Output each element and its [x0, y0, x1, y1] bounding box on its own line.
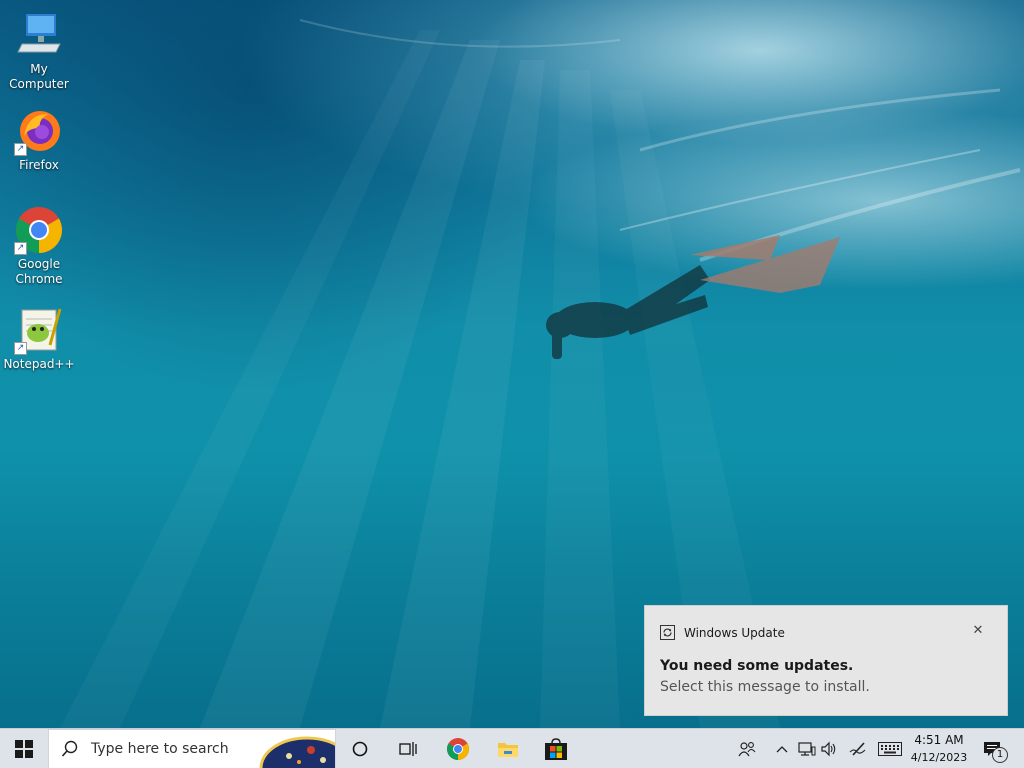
pen-icon	[849, 742, 866, 756]
notification-app-name: Windows Update	[684, 625, 785, 640]
notification-title: You need some updates.	[660, 658, 854, 674]
search-icon	[61, 740, 78, 757]
desktop-icon-google-chrome[interactable]: ↗ Google Chrome	[1, 205, 77, 287]
notification-count-badge: 1	[992, 747, 1008, 763]
windows-update-notification[interactable]: Windows Update ✕ You need some updates. …	[644, 605, 1008, 716]
cortana-button[interactable]	[340, 729, 380, 768]
action-center-button[interactable]: 1	[980, 729, 1008, 768]
task-view-icon	[399, 742, 417, 756]
people-icon	[738, 742, 756, 757]
close-icon[interactable]: ✕	[969, 622, 987, 640]
desktop-icon-label: Notepad++	[3, 357, 75, 371]
chrome-icon	[447, 738, 469, 760]
touch-keyboard-button[interactable]	[876, 729, 904, 768]
shortcut-arrow-icon: ↗	[14, 342, 27, 355]
keyboard-icon	[878, 742, 902, 756]
network-button[interactable]	[796, 729, 818, 768]
diver-silhouette	[546, 235, 840, 359]
taskbar-file-explorer-button[interactable]	[488, 729, 528, 768]
search-highlight-image	[259, 736, 335, 768]
notification-message: Select this message to install.	[660, 679, 870, 695]
windows-logo-icon	[15, 740, 33, 758]
taskbar-chrome-button[interactable]	[438, 729, 478, 768]
taskbar-microsoft-store-button[interactable]	[536, 729, 576, 768]
desktop-icon-label: Google Chrome	[15, 257, 63, 286]
notification-header: Windows Update	[660, 625, 785, 640]
chrome-icon: ↗	[14, 205, 64, 255]
clock-button[interactable]: 4:51 AM 4/12/2023	[906, 732, 972, 766]
refresh-icon	[660, 625, 675, 640]
search-box[interactable]: Type here to search	[48, 729, 336, 768]
show-hidden-icons-button[interactable]	[772, 729, 792, 768]
taskbar: Type here to search 4:51 AM 4/12/2023 1	[0, 728, 1024, 768]
desktop-icon-my-computer[interactable]: My Computer	[1, 10, 77, 92]
search-placeholder: Type here to search	[91, 741, 229, 757]
shortcut-arrow-icon: ↗	[14, 143, 27, 156]
network-icon	[798, 742, 816, 756]
desktop-icon-notepad-plus-plus[interactable]: ↗ Notepad++	[1, 305, 77, 372]
volume-button[interactable]	[818, 729, 840, 768]
clock-date: 4/12/2023	[910, 751, 968, 764]
circle-icon	[352, 741, 368, 757]
task-view-button[interactable]	[388, 729, 428, 768]
file-explorer-icon	[498, 743, 518, 757]
desktop-icon-label: Firefox	[19, 158, 59, 172]
chevron-up-icon	[776, 746, 788, 753]
speaker-icon	[821, 741, 836, 757]
people-button[interactable]	[734, 729, 760, 768]
firefox-icon: ↗	[14, 106, 64, 156]
clock-time: 4:51 AM	[914, 733, 964, 747]
computer-icon	[14, 10, 64, 60]
start-button[interactable]	[0, 729, 48, 768]
notepad-plus-plus-icon: ↗	[14, 305, 64, 355]
shortcut-arrow-icon: ↗	[14, 242, 27, 255]
pen-workspace-button[interactable]	[846, 729, 870, 768]
desktop-icon-label: My Computer	[9, 62, 69, 91]
microsoft-store-icon	[545, 738, 567, 760]
desktop-icon-firefox[interactable]: ↗ Firefox	[1, 106, 77, 173]
